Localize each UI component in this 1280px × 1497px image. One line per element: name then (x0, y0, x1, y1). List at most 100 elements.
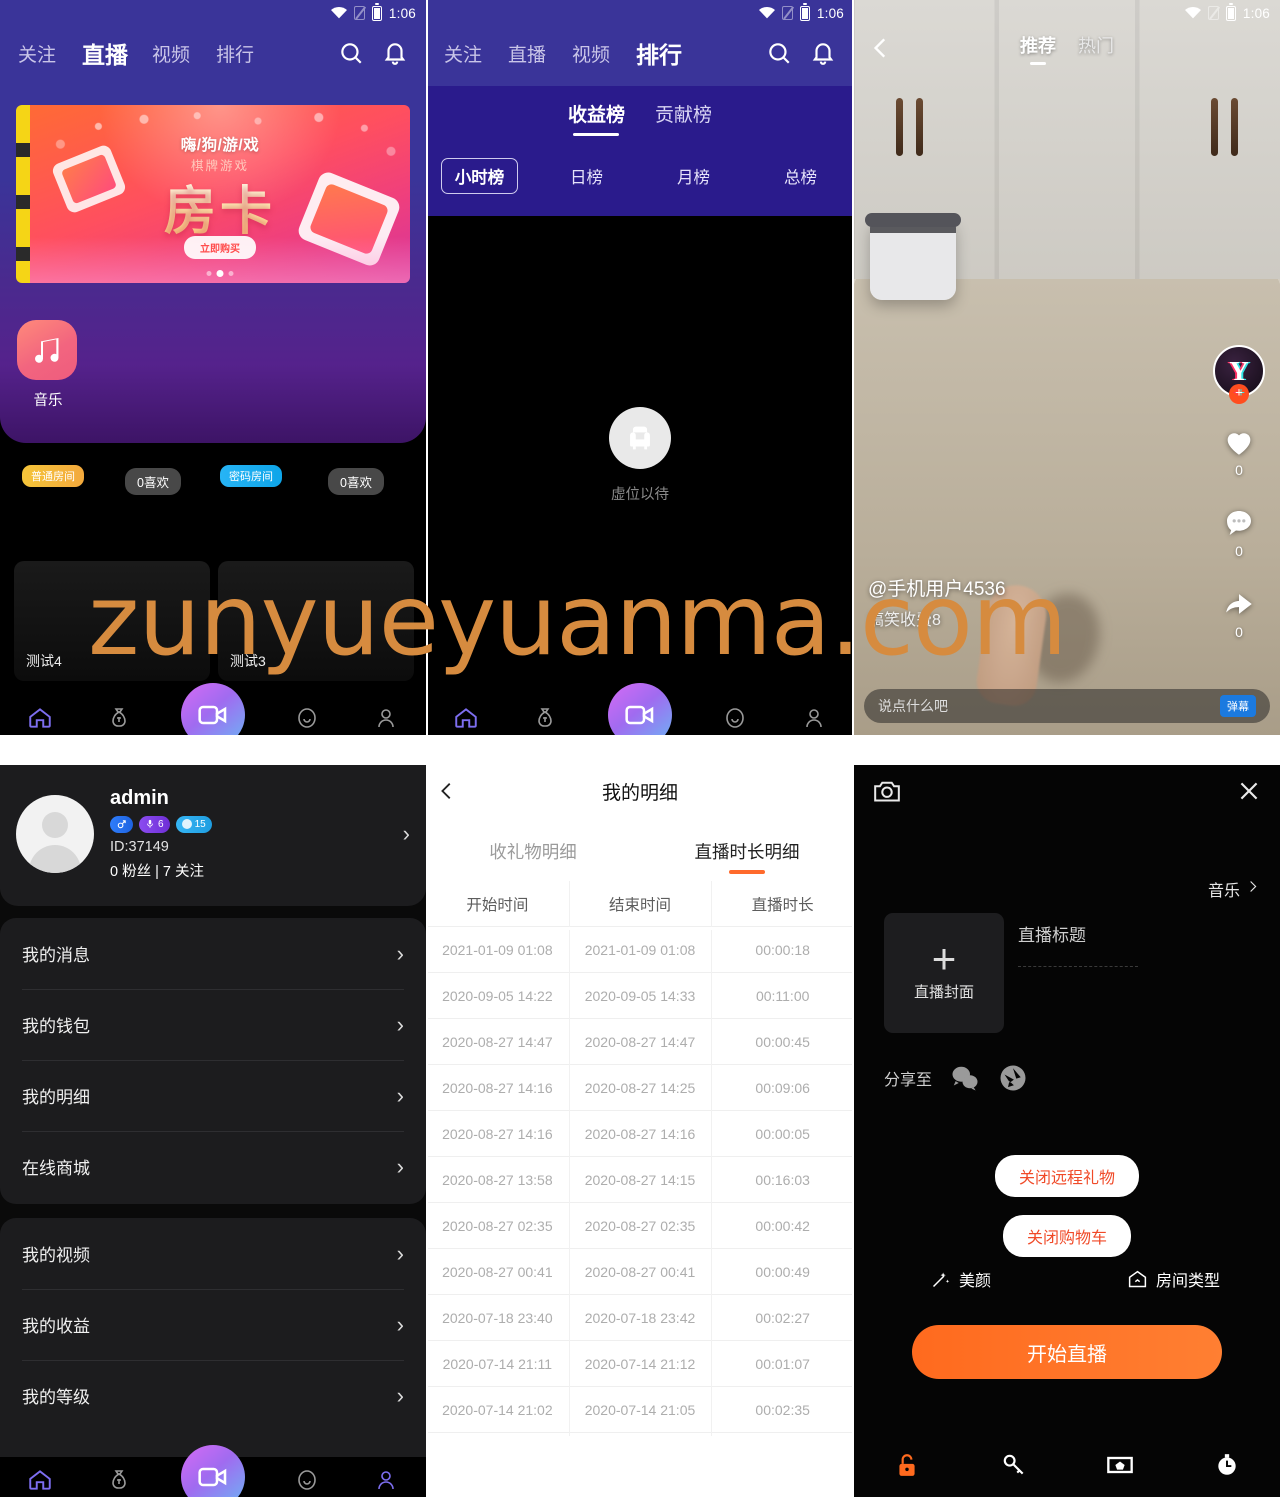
menu-item-income[interactable]: 我的收益 › (0, 1289, 426, 1360)
banner-cta-button[interactable]: 立即购买 (184, 236, 256, 259)
chip-daily[interactable]: 日榜 (533, 164, 640, 188)
home-icon[interactable] (23, 1463, 57, 1497)
room-tag-normal: 普通房间 (22, 465, 84, 487)
share-action[interactable]: 0 (1219, 585, 1259, 640)
smiley-icon[interactable] (290, 701, 324, 735)
bottom-tabbar (0, 1445, 426, 1497)
menu-item-details[interactable]: 我的明细 › (0, 1060, 426, 1131)
author-name[interactable]: @手机用户4536 (868, 574, 1006, 601)
wechat-icon[interactable] (950, 1063, 980, 1093)
home-pentagon-icon (1127, 1268, 1149, 1290)
tab-live[interactable]: 直播 (508, 40, 546, 67)
beauty-option[interactable]: 美颜 (854, 1267, 1067, 1291)
subtab-contribution[interactable]: 贡献榜 (655, 100, 712, 136)
profile-icon[interactable] (369, 1463, 403, 1497)
chip-monthly[interactable]: 月榜 (640, 164, 747, 188)
danmaku-chip[interactable]: 弹幕 (1220, 695, 1256, 717)
comment-input-bar[interactable]: 说点什么吧 弹幕 (864, 689, 1270, 723)
category-music[interactable]: 音乐 (17, 320, 79, 410)
live-options-row: 美颜 房间类型 (854, 1267, 1280, 1291)
money-bag-icon[interactable] (528, 701, 562, 735)
tab-recommend[interactable]: 推荐 (1020, 32, 1056, 65)
search-icon[interactable] (338, 40, 364, 66)
tab-follow[interactable]: 关注 (444, 40, 482, 67)
live-cover-label: 直播封面 (913, 984, 974, 1002)
money-bag-icon[interactable] (102, 1463, 136, 1497)
room-likes-1: 0喜欢 (125, 468, 181, 495)
cell-end: 2020-08-27 14:15 (568, 1159, 712, 1206)
column-end-time: 结束时间 (568, 880, 712, 927)
menu-item-messages[interactable]: 我的消息 › (0, 918, 426, 989)
tab-follow[interactable]: 关注 (18, 40, 56, 67)
chevron-right-icon: › (396, 1082, 404, 1108)
toggle-shopping-cart-button[interactable]: 关闭购物车 (1002, 1215, 1132, 1257)
back-chevron-icon[interactable] (864, 31, 898, 65)
mic-badge-value: 6 (158, 818, 164, 830)
banner-dots[interactable] (206, 270, 234, 277)
subtab-income[interactable]: 收益榜 (568, 100, 625, 136)
search-icon[interactable] (766, 40, 792, 66)
tab-ranking[interactable]: 排行 (216, 40, 254, 67)
room-card-2[interactable]: 测试3 (218, 561, 414, 681)
camera-flip-icon[interactable] (872, 778, 902, 804)
chip-hourly[interactable]: 小时榜 (426, 158, 533, 194)
share-label: 分享至 (884, 1072, 933, 1089)
money-bag-icon[interactable] (102, 701, 136, 735)
unlock-icon[interactable] (854, 1451, 961, 1479)
home-icon[interactable] (23, 701, 57, 735)
tab-video[interactable]: 视频 (572, 40, 610, 67)
avatar[interactable]: Y + (1213, 345, 1265, 404)
plus-icon[interactable]: + (1229, 384, 1249, 404)
clock-text: 1:06 (1242, 5, 1270, 21)
room-type-option[interactable]: 房间类型 (1067, 1267, 1280, 1291)
profile-icon[interactable] (797, 701, 831, 735)
panel-divider (852, 765, 854, 1497)
menu-item-videos[interactable]: 我的视频 › (0, 1218, 426, 1289)
like-action[interactable]: 0 (1219, 423, 1259, 478)
tab-ranking[interactable]: 排行 (636, 36, 682, 70)
comment-placeholder: 说点什么吧 (878, 698, 948, 714)
tab-live[interactable]: 直播 (82, 36, 128, 70)
battery-icon (799, 3, 810, 21)
cell-start: 2020-08-27 02:35 (442, 1217, 553, 1234)
room-card-1[interactable]: 测试4 (14, 561, 210, 681)
qq-zone-icon[interactable] (998, 1063, 1028, 1093)
tab-live-duration[interactable]: 直播时长明细 (640, 821, 854, 881)
chevron-right-icon[interactable]: › (403, 821, 410, 847)
menu-item-shop[interactable]: 在线商城 › (0, 1131, 426, 1202)
profile-card[interactable]: admin 6 15 ID:37149 0 粉丝 | 7 关注 › (0, 761, 426, 906)
chip-total[interactable]: 总榜 (747, 164, 854, 188)
clock-icon[interactable] (1174, 1451, 1280, 1479)
smiley-icon[interactable] (718, 701, 752, 735)
tab-hot[interactable]: 热门 (1078, 32, 1114, 65)
key-icon[interactable] (961, 1451, 1068, 1479)
music-selector[interactable]: 音乐 (1208, 877, 1260, 901)
live-title-input[interactable]: 直播标题 (1018, 921, 1256, 967)
live-cover-upload[interactable]: + 直播封面 (884, 913, 1004, 1033)
tab-gifts-received[interactable]: 收礼物明细 (426, 821, 640, 881)
comment-action[interactable]: 0 (1219, 504, 1259, 559)
ranking-subtabs: 收益榜 贡献榜 (426, 100, 854, 136)
menu-item-level[interactable]: 我的等级 › (0, 1360, 426, 1431)
menu-item-wallet[interactable]: 我的钱包 › (0, 989, 426, 1060)
cell-end: 2020-09-05 14:33 (568, 975, 712, 1022)
promo-banner[interactable]: 嗨/狗/游/戏 棋牌游戏 房卡 立即购买 (16, 105, 410, 283)
bell-icon[interactable] (810, 40, 836, 66)
profile-icon[interactable] (369, 701, 403, 735)
tab-video[interactable]: 视频 (152, 40, 190, 67)
close-icon[interactable] (1236, 778, 1262, 804)
share-row: 分享至 (884, 1063, 1028, 1093)
bell-icon[interactable] (382, 40, 408, 66)
avatar[interactable] (16, 794, 94, 873)
home-icon[interactable] (449, 701, 483, 735)
toggle-remote-gift-button[interactable]: 关闭远程礼物 (994, 1155, 1140, 1197)
back-chevron-icon[interactable] (426, 780, 468, 802)
panel-my-details: 1:09 我的明细 收礼物明细 直播时长明细 开始时间 结束时间 直播时长 20… (426, 735, 854, 1497)
start-live-button[interactable]: 开始直播 (912, 1325, 1222, 1379)
battery-icon (371, 3, 382, 21)
smiley-icon[interactable] (290, 1463, 324, 1497)
ticket-icon[interactable] (1067, 1451, 1174, 1479)
live-home-hero: 嗨/狗/游/戏 棋牌游戏 房卡 立即购买 音乐 (0, 86, 426, 443)
cell-duration: 00:00:18 (711, 929, 854, 976)
details-tabs: 收礼物明细 直播时长明细 (426, 821, 854, 881)
